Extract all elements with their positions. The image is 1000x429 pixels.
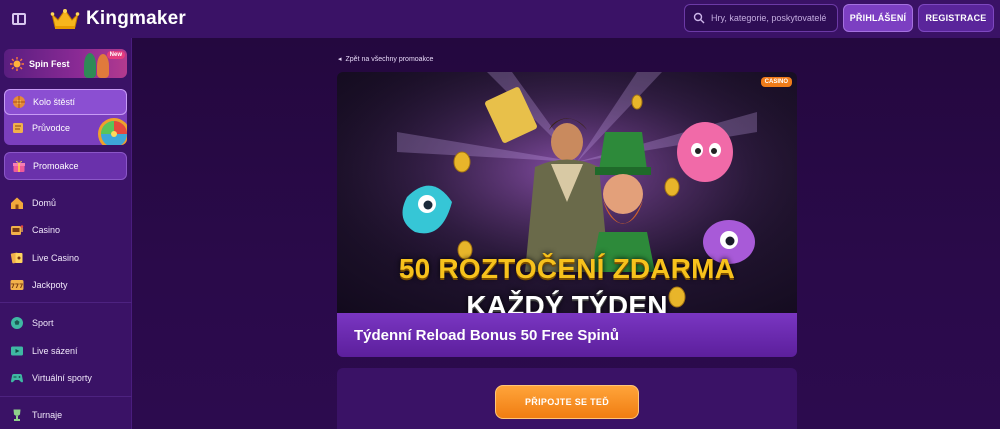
search-icon [693, 12, 705, 24]
guide-icon [13, 123, 23, 133]
top-bar: Kingmaker PŘIHLÁŠENÍ REGISTRACE [0, 0, 1000, 38]
soccer-ball-icon [11, 317, 23, 329]
back-link-label: Zpět na všechny promoakce [345, 55, 434, 63]
live-tv-icon [11, 346, 23, 356]
search-input[interactable] [711, 13, 836, 23]
promo-hero-banner: CASINO 50 ROZTOČENÍ ZDARMA KAŽDÝ TÝDEN [337, 72, 797, 313]
sidebar-item-casino[interactable]: Casino [10, 220, 125, 240]
chevron-left-icon: ◂ [338, 56, 342, 63]
cards-icon [10, 252, 23, 264]
spin-fest-icon [10, 56, 24, 71]
sidebar-item-label: Virtuální sporty [32, 373, 92, 383]
sidebar-item-home[interactable]: Domů [10, 193, 125, 213]
sidebar-item-label: Casino [32, 225, 61, 235]
join-now-button[interactable]: PŘIPOJTE SE TEĎ [495, 385, 639, 419]
main-content: ◂ Zpět na všechny promoakce CASINO 50 RO… [132, 38, 1000, 429]
register-button[interactable]: REGISTRACE [918, 4, 994, 32]
join-panel: PŘIPOJTE SE TEĎ [337, 368, 797, 429]
sidebar-item-label: Kolo štěstí [33, 97, 76, 107]
sidebar-item-label: Jackpoty [32, 280, 68, 290]
feature-box: Kolo štěstí Průvodce [4, 89, 127, 145]
fortune-wheel-icon [13, 96, 25, 108]
back-to-promotions-link[interactable]: ◂ Zpět na všechny promoakce [338, 55, 434, 64]
sidebar-item-label: Sport [32, 318, 54, 328]
sidebar-item-label: Průvodce [32, 123, 71, 133]
trophy-icon [13, 409, 21, 421]
sidebar-item-live-casino[interactable]: Live Casino [10, 248, 125, 268]
sidebar-item-label: Live sázení [32, 346, 78, 356]
brand-logo[interactable]: Kingmaker [50, 8, 186, 30]
sidebar-item-sport[interactable]: Sport [10, 313, 125, 333]
jackpot-777-icon: 777 [10, 280, 24, 290]
hero-headline: 50 ROZTOČENÍ ZDARMA [398, 253, 736, 284]
search-box[interactable] [684, 4, 838, 32]
gamepad-icon [11, 374, 23, 383]
sidebar: Spin Fest New Kolo štěstí Průvodce Promo… [0, 38, 132, 429]
sidebar-item-label: Domů [32, 198, 57, 208]
sidebar-toggle-icon[interactable] [12, 13, 26, 25]
login-button[interactable]: PŘIHLÁŠENÍ [843, 4, 913, 32]
character-art-icon [84, 53, 96, 78]
sidebar-item-label: Promoakce [33, 161, 79, 171]
sidebar-divider [0, 396, 132, 397]
crown-icon [50, 9, 80, 29]
spin-fest-label: Spin Fest [29, 58, 70, 69]
fortune-wheel-art-icon [98, 118, 127, 145]
sidebar-item-promotions[interactable]: Promoakce [4, 152, 127, 180]
sidebar-item-jackpots[interactable]: 777 Jackpoty [10, 275, 125, 295]
home-icon [11, 197, 23, 209]
sidebar-divider [0, 302, 132, 303]
slot-icon [11, 225, 24, 235]
sidebar-item-label: Live Casino [32, 253, 80, 263]
promo-title: Týdenní Reload Bonus 50 Free Spinů [337, 313, 797, 357]
sidebar-item-fortune-wheel[interactable]: Kolo štěstí [4, 89, 127, 115]
gift-icon [13, 160, 25, 172]
casino-badge: CASINO [760, 77, 792, 87]
sidebar-item-live-betting[interactable]: Live sázení [10, 341, 125, 361]
sidebar-item-tournaments[interactable]: Turnaje [10, 405, 125, 425]
spin-fest-banner[interactable]: Spin Fest New [4, 49, 127, 78]
svg-text:777: 777 [11, 283, 24, 290]
new-badge: New [106, 51, 125, 59]
sidebar-item-virtual-sports[interactable]: Virtuální sporty [10, 368, 125, 388]
brand-name: Kingmaker [86, 8, 187, 29]
hero-subheadline: KAŽDÝ TÝDEN [466, 290, 668, 313]
sidebar-item-label: Turnaje [32, 410, 63, 420]
